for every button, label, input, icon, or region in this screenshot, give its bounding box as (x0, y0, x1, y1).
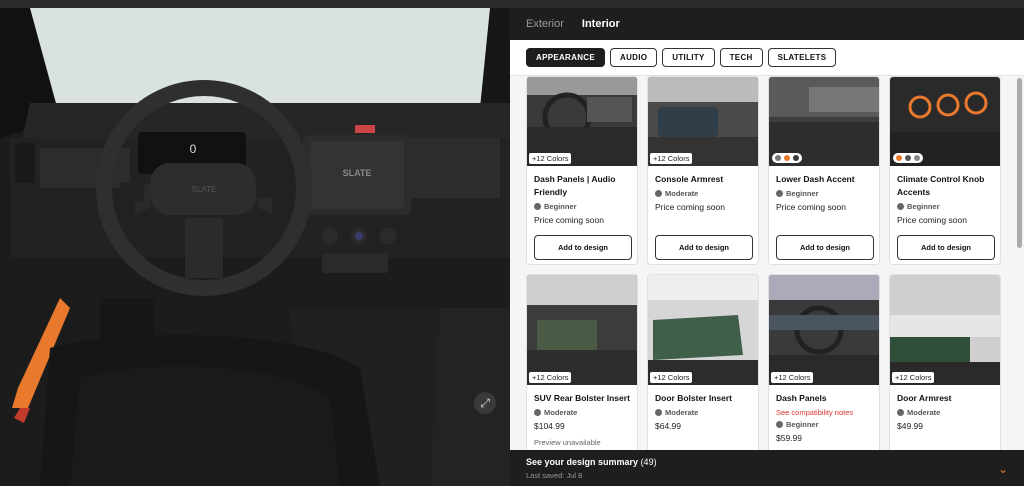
swatch-dark[interactable] (793, 155, 799, 161)
card-image: +12 Colors (527, 77, 637, 166)
difficulty-level: Beginner (776, 189, 872, 198)
difficulty-level: Moderate (655, 189, 751, 198)
subtab-utility[interactable]: UTILITY (662, 48, 715, 67)
summary-count: (49) (640, 457, 657, 467)
summary-title: See your design summary (49) (526, 457, 657, 467)
wheel-logo: SLATE (192, 185, 217, 194)
colors-badge: +12 Colors (892, 372, 935, 383)
accessory-card-lower-dash-accent[interactable]: Lower Dash Accent Beginner Price coming … (768, 76, 880, 265)
colors-badge: +12 Colors (650, 153, 693, 164)
expand-view-button[interactable]: ⤢ (474, 392, 496, 414)
swatch-dark[interactable] (905, 155, 911, 161)
subtab-audio[interactable]: AUDIO (610, 48, 658, 67)
swatch-orange[interactable] (896, 155, 902, 161)
colors-badge: +12 Colors (771, 372, 814, 383)
accessory-card-dash-panels-audio[interactable]: +12 Colors Dash Panels | Audio Friendly … (526, 76, 638, 265)
card-image: +12 Colors (890, 275, 1000, 385)
card-title: Console Armrest (655, 174, 724, 184)
swatch-orange[interactable] (784, 155, 790, 161)
accessory-card-suv-rear-bolster[interactable]: +12 Colors SUV Rear Bolster Insert Moder… (526, 274, 638, 451)
colors-badge: +12 Colors (529, 153, 572, 164)
card-title: SUV Rear Bolster Insert (534, 393, 630, 403)
accessory-card-dash-panels[interactable]: +12 Colors Dash Panels See compatibility… (768, 274, 880, 451)
interior-3d-viewer[interactable]: SLATE 0 SLATE ⤢ (0, 8, 510, 486)
card-image: +12 Colors (769, 275, 879, 385)
design-summary-bar[interactable]: See your design summary (49) Last saved:… (510, 450, 1024, 486)
card-title: Door Bolster Insert (655, 393, 732, 403)
accessory-card-door-bolster[interactable]: +12 Colors Door Bolster Insert Moderate … (647, 274, 759, 451)
accessory-grid: +12 Colors Dash Panels | Audio Friendly … (526, 76, 1001, 451)
difficulty-level: Moderate (534, 408, 630, 417)
expand-icon: ⤢ (480, 395, 490, 410)
add-to-design-button[interactable]: Add to design (776, 235, 874, 260)
difficulty-level: Moderate (897, 408, 993, 417)
difficulty-icon (655, 409, 662, 416)
interior-render: SLATE 0 SLATE (0, 8, 510, 486)
add-to-design-button[interactable]: Add to design (897, 235, 995, 260)
difficulty-level: Moderate (655, 408, 751, 417)
accessory-card-climate-knob-accents[interactable]: Climate Control Knob Accents Beginner Pr… (889, 76, 1001, 265)
card-price: Price coming soon (655, 202, 725, 212)
card-title: Dash Panels | Audio Friendly (534, 174, 616, 197)
color-swatches[interactable] (772, 153, 802, 163)
subtab-slatelets[interactable]: SLATELETS (767, 48, 837, 67)
card-price: $59.99 (776, 433, 802, 443)
card-price: Price coming soon (776, 202, 846, 212)
chevron-down-icon[interactable]: ⌄ (998, 462, 1008, 476)
card-price: Price coming soon (897, 215, 967, 225)
difficulty-icon (534, 203, 541, 210)
difficulty-icon (776, 190, 783, 197)
difficulty-icon (897, 409, 904, 416)
customization-panel: Exterior Interior APPEARANCE AUDIO UTILI… (510, 8, 1024, 486)
panel-scrollbar[interactable] (1017, 78, 1022, 248)
add-to-design-button[interactable]: Add to design (534, 235, 632, 260)
card-image: +12 Colors (648, 275, 758, 385)
difficulty-level: Beginner (776, 420, 872, 429)
card-title: Door Armrest (897, 393, 952, 403)
difficulty-icon (655, 190, 662, 197)
accessory-card-door-armrest[interactable]: +12 Colors Door Armrest Moderate $49.99 (889, 274, 1001, 451)
difficulty-level: Beginner (897, 202, 993, 211)
subtab-tech[interactable]: TECH (719, 48, 763, 67)
swatch-gray[interactable] (775, 155, 781, 161)
difficulty-icon (776, 421, 783, 428)
swatch-gray[interactable] (914, 155, 920, 161)
subtab-appearance[interactable]: APPEARANCE (526, 48, 606, 67)
card-image (890, 77, 1000, 166)
speed-display: 0 (190, 142, 197, 156)
difficulty-level: Beginner (534, 202, 630, 211)
last-saved: Last saved: Jul 8 (526, 471, 583, 480)
difficulty-icon (534, 409, 541, 416)
tab-exterior[interactable]: Exterior (526, 18, 564, 30)
card-title: Lower Dash Accent (776, 174, 855, 184)
card-price: $49.99 (897, 421, 923, 431)
card-image: +12 Colors (648, 77, 758, 166)
preview-unavailable-note: Preview unavailable (534, 438, 601, 447)
add-to-design-button[interactable]: Add to design (655, 235, 753, 260)
accessory-card-console-armrest[interactable]: +12 Colors Console Armrest Moderate Pric… (647, 76, 759, 265)
color-swatches[interactable] (893, 153, 923, 163)
tab-interior[interactable]: Interior (582, 18, 620, 30)
difficulty-icon (897, 203, 904, 210)
category-tabs: APPEARANCE AUDIO UTILITY TECH SLATELETS (510, 40, 1024, 76)
card-title: Climate Control Knob Accents (897, 174, 985, 197)
top-bar (0, 0, 1024, 8)
colors-badge: +12 Colors (650, 372, 693, 383)
compatibility-notes-link[interactable]: See compatibility notes (776, 408, 872, 417)
card-title: Dash Panels (776, 393, 827, 403)
colors-badge: +12 Colors (529, 372, 572, 383)
view-tabs: Exterior Interior (510, 8, 1024, 40)
card-price: $104.99 (534, 421, 565, 431)
card-price: Price coming soon (534, 215, 604, 225)
accessory-grid-scroll[interactable]: +12 Colors Dash Panels | Audio Friendly … (510, 76, 1024, 451)
screen-logo: SLATE (343, 168, 372, 178)
card-price: $64.99 (655, 421, 681, 431)
card-image (769, 77, 879, 166)
card-image: +12 Colors (527, 275, 637, 385)
